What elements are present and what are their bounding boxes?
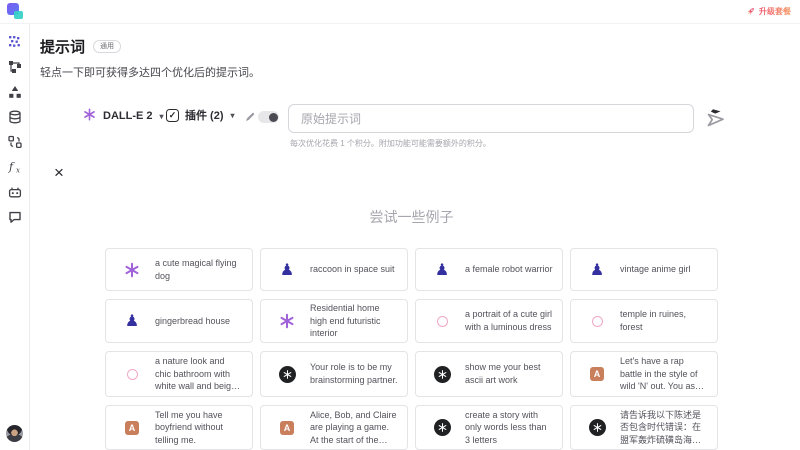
example-card[interactable]: A Let's have a rap battle in the style of…	[570, 351, 718, 397]
example-card-text: a portrait of a cute girl with a luminou…	[465, 308, 553, 333]
example-card[interactable]: A Alice, Bob, and Claire are playing a ga…	[260, 405, 408, 450]
example-card[interactable]: temple in ruines, forest	[570, 299, 718, 343]
main-content: 提示词 通用 轻点一下即可获得多达四个优化后的提示词。 DALL-E 2 ▾ ✓…	[30, 24, 800, 450]
chatgpt-icon	[432, 419, 452, 436]
top-bar: 升级套餐	[0, 0, 800, 24]
claude-icon: A	[277, 421, 297, 435]
example-card-text: a female robot warrior	[465, 263, 553, 276]
user-avatar[interactable]	[6, 425, 23, 442]
stable-diffusion-icon: ♟	[432, 262, 452, 278]
page-subtitle: 轻点一下即可获得多达四个优化后的提示词。	[40, 64, 260, 80]
lexica-icon	[432, 316, 452, 327]
blocks-icon	[8, 135, 22, 149]
stable-diffusion-icon: ♟	[277, 262, 297, 278]
prompt-input[interactable]	[288, 104, 694, 133]
plugins-checkbox[interactable]: ✓	[166, 109, 179, 122]
svg-text:x: x	[16, 167, 20, 175]
app-root: 升级套餐 ƒx 提示词 通用 轻点一下即可获得多达四个优化后的提示词。 DALL…	[0, 0, 800, 450]
example-card[interactable]: a cute magical flying dog	[105, 248, 253, 291]
example-card-text: Let's have a rap battle in the style of …	[620, 355, 708, 393]
example-card[interactable]: show me your best ascii art work	[415, 351, 563, 397]
example-card[interactable]: a nature look and chic bathroom with whi…	[105, 351, 253, 397]
send-button[interactable]	[703, 106, 729, 132]
svg-text:ƒ: ƒ	[8, 161, 15, 174]
sidebar: ƒx	[0, 24, 30, 450]
close-button[interactable]: ×	[49, 163, 69, 183]
sidebar-item-prompts[interactable]	[8, 35, 22, 49]
app-logo-icon[interactable]	[7, 3, 24, 20]
example-card-text: Alice, Bob, and Claire are playing a gam…	[310, 409, 398, 447]
sidebar-item-agents[interactable]	[8, 185, 22, 199]
openai-icon	[82, 107, 97, 125]
chatgpt-icon	[277, 366, 297, 383]
prompt-grid-icon	[8, 35, 22, 49]
page-title-badge: 通用	[93, 40, 121, 54]
example-card[interactable]: create a story with only words less than…	[415, 405, 563, 450]
edit-toggle-group	[245, 111, 279, 123]
examples-heading: 尝试一些例子	[105, 207, 718, 227]
example-card-text: Residential home high end futuristic int…	[310, 302, 398, 340]
sidebar-item-data[interactable]	[8, 110, 22, 124]
example-card[interactable]: A Tell me you have boyfriend without tell…	[105, 405, 253, 450]
upgrade-plan-button[interactable]: 升级套餐	[745, 3, 791, 20]
example-card-text: gingerbread house	[155, 315, 230, 328]
example-card[interactable]: ♟ vintage anime girl	[570, 248, 718, 291]
sitemap-icon	[8, 85, 22, 99]
plugins-select[interactable]: ✓ 插件 (2) ▾	[166, 107, 235, 123]
database-icon	[8, 110, 22, 124]
robot-icon	[8, 185, 22, 199]
sidebar-item-sitemap[interactable]	[8, 85, 22, 99]
example-card[interactable]: ♟ raccoon in space suit	[260, 248, 408, 291]
chevron-down-icon: ▾	[231, 111, 235, 120]
chatgpt-icon	[587, 419, 607, 436]
examples-grid: a cute magical flying dog ♟ raccoon in spa…	[105, 248, 718, 450]
toggle-knob	[269, 113, 278, 122]
example-card[interactable]: ♟ gingerbread house	[105, 299, 253, 343]
example-card[interactable]: 请告诉我以下陈述是否包含时代错误：在盟军轰炸硫磺岛海滩期间，拉尔夫大声...	[570, 405, 718, 450]
plugins-select-label: 插件 (2)	[185, 107, 224, 123]
claude-icon: A	[122, 421, 142, 435]
example-card-text: a cute magical flying dog	[155, 257, 243, 282]
functions-icon: ƒx	[8, 160, 22, 174]
model-select-label: DALL-E 2	[103, 110, 153, 122]
chevron-down-icon: ▾	[160, 112, 164, 121]
lexica-icon	[587, 316, 607, 327]
rocket-icon	[745, 6, 756, 17]
sidebar-item-flows[interactable]	[8, 60, 22, 74]
example-card-text: show me your best ascii art work	[465, 361, 553, 386]
sidebar-item-chat[interactable]	[8, 210, 22, 224]
dalle-icon	[277, 312, 297, 330]
pen-icon	[245, 112, 255, 122]
example-card-text: 请告诉我以下陈述是否包含时代错误：在盟军轰炸硫磺岛海滩期间，拉尔夫大声...	[620, 409, 708, 447]
chat-icon	[8, 210, 22, 224]
example-card[interactable]: a portrait of a cute girl with a luminou…	[415, 299, 563, 343]
example-card-text: Your role is to be my brainstorming part…	[310, 361, 398, 386]
chatgpt-icon	[432, 366, 452, 383]
example-card-text: temple in ruines, forest	[620, 308, 708, 333]
stable-diffusion-icon: ♟	[122, 313, 142, 329]
example-card[interactable]: Your role is to be my brainstorming part…	[260, 351, 408, 397]
upgrade-plan-label: 升级套餐	[759, 6, 791, 17]
send-icon	[703, 106, 729, 132]
example-card-text: vintage anime girl	[620, 263, 691, 276]
example-card-text: Tell me you have boyfriend without telli…	[155, 409, 243, 447]
example-card[interactable]: ♟ a female robot warrior	[415, 248, 563, 291]
dalle-icon	[122, 261, 142, 279]
example-card-text: raccoon in space suit	[310, 263, 395, 276]
node-graph-icon	[8, 60, 22, 74]
stable-diffusion-icon: ♟	[587, 262, 607, 278]
page-title: 提示词	[40, 36, 85, 57]
example-card[interactable]: Residential home high end futuristic int…	[260, 299, 408, 343]
credit-note: 每次优化花费 1 个积分。附加功能可能需要额外的积分。	[290, 138, 491, 149]
logo-shape-teal	[14, 11, 23, 19]
example-card-text: a nature look and chic bathroom with whi…	[155, 355, 243, 393]
sidebar-item-functions[interactable]: ƒx	[8, 160, 22, 174]
claude-icon: A	[587, 367, 607, 381]
edit-toggle[interactable]	[258, 111, 279, 123]
example-card-text: create a story with only words less than…	[465, 409, 553, 447]
lexica-icon	[122, 369, 142, 380]
model-select[interactable]: DALL-E 2 ▾	[82, 107, 164, 125]
sidebar-item-pipelines[interactable]	[8, 135, 22, 149]
